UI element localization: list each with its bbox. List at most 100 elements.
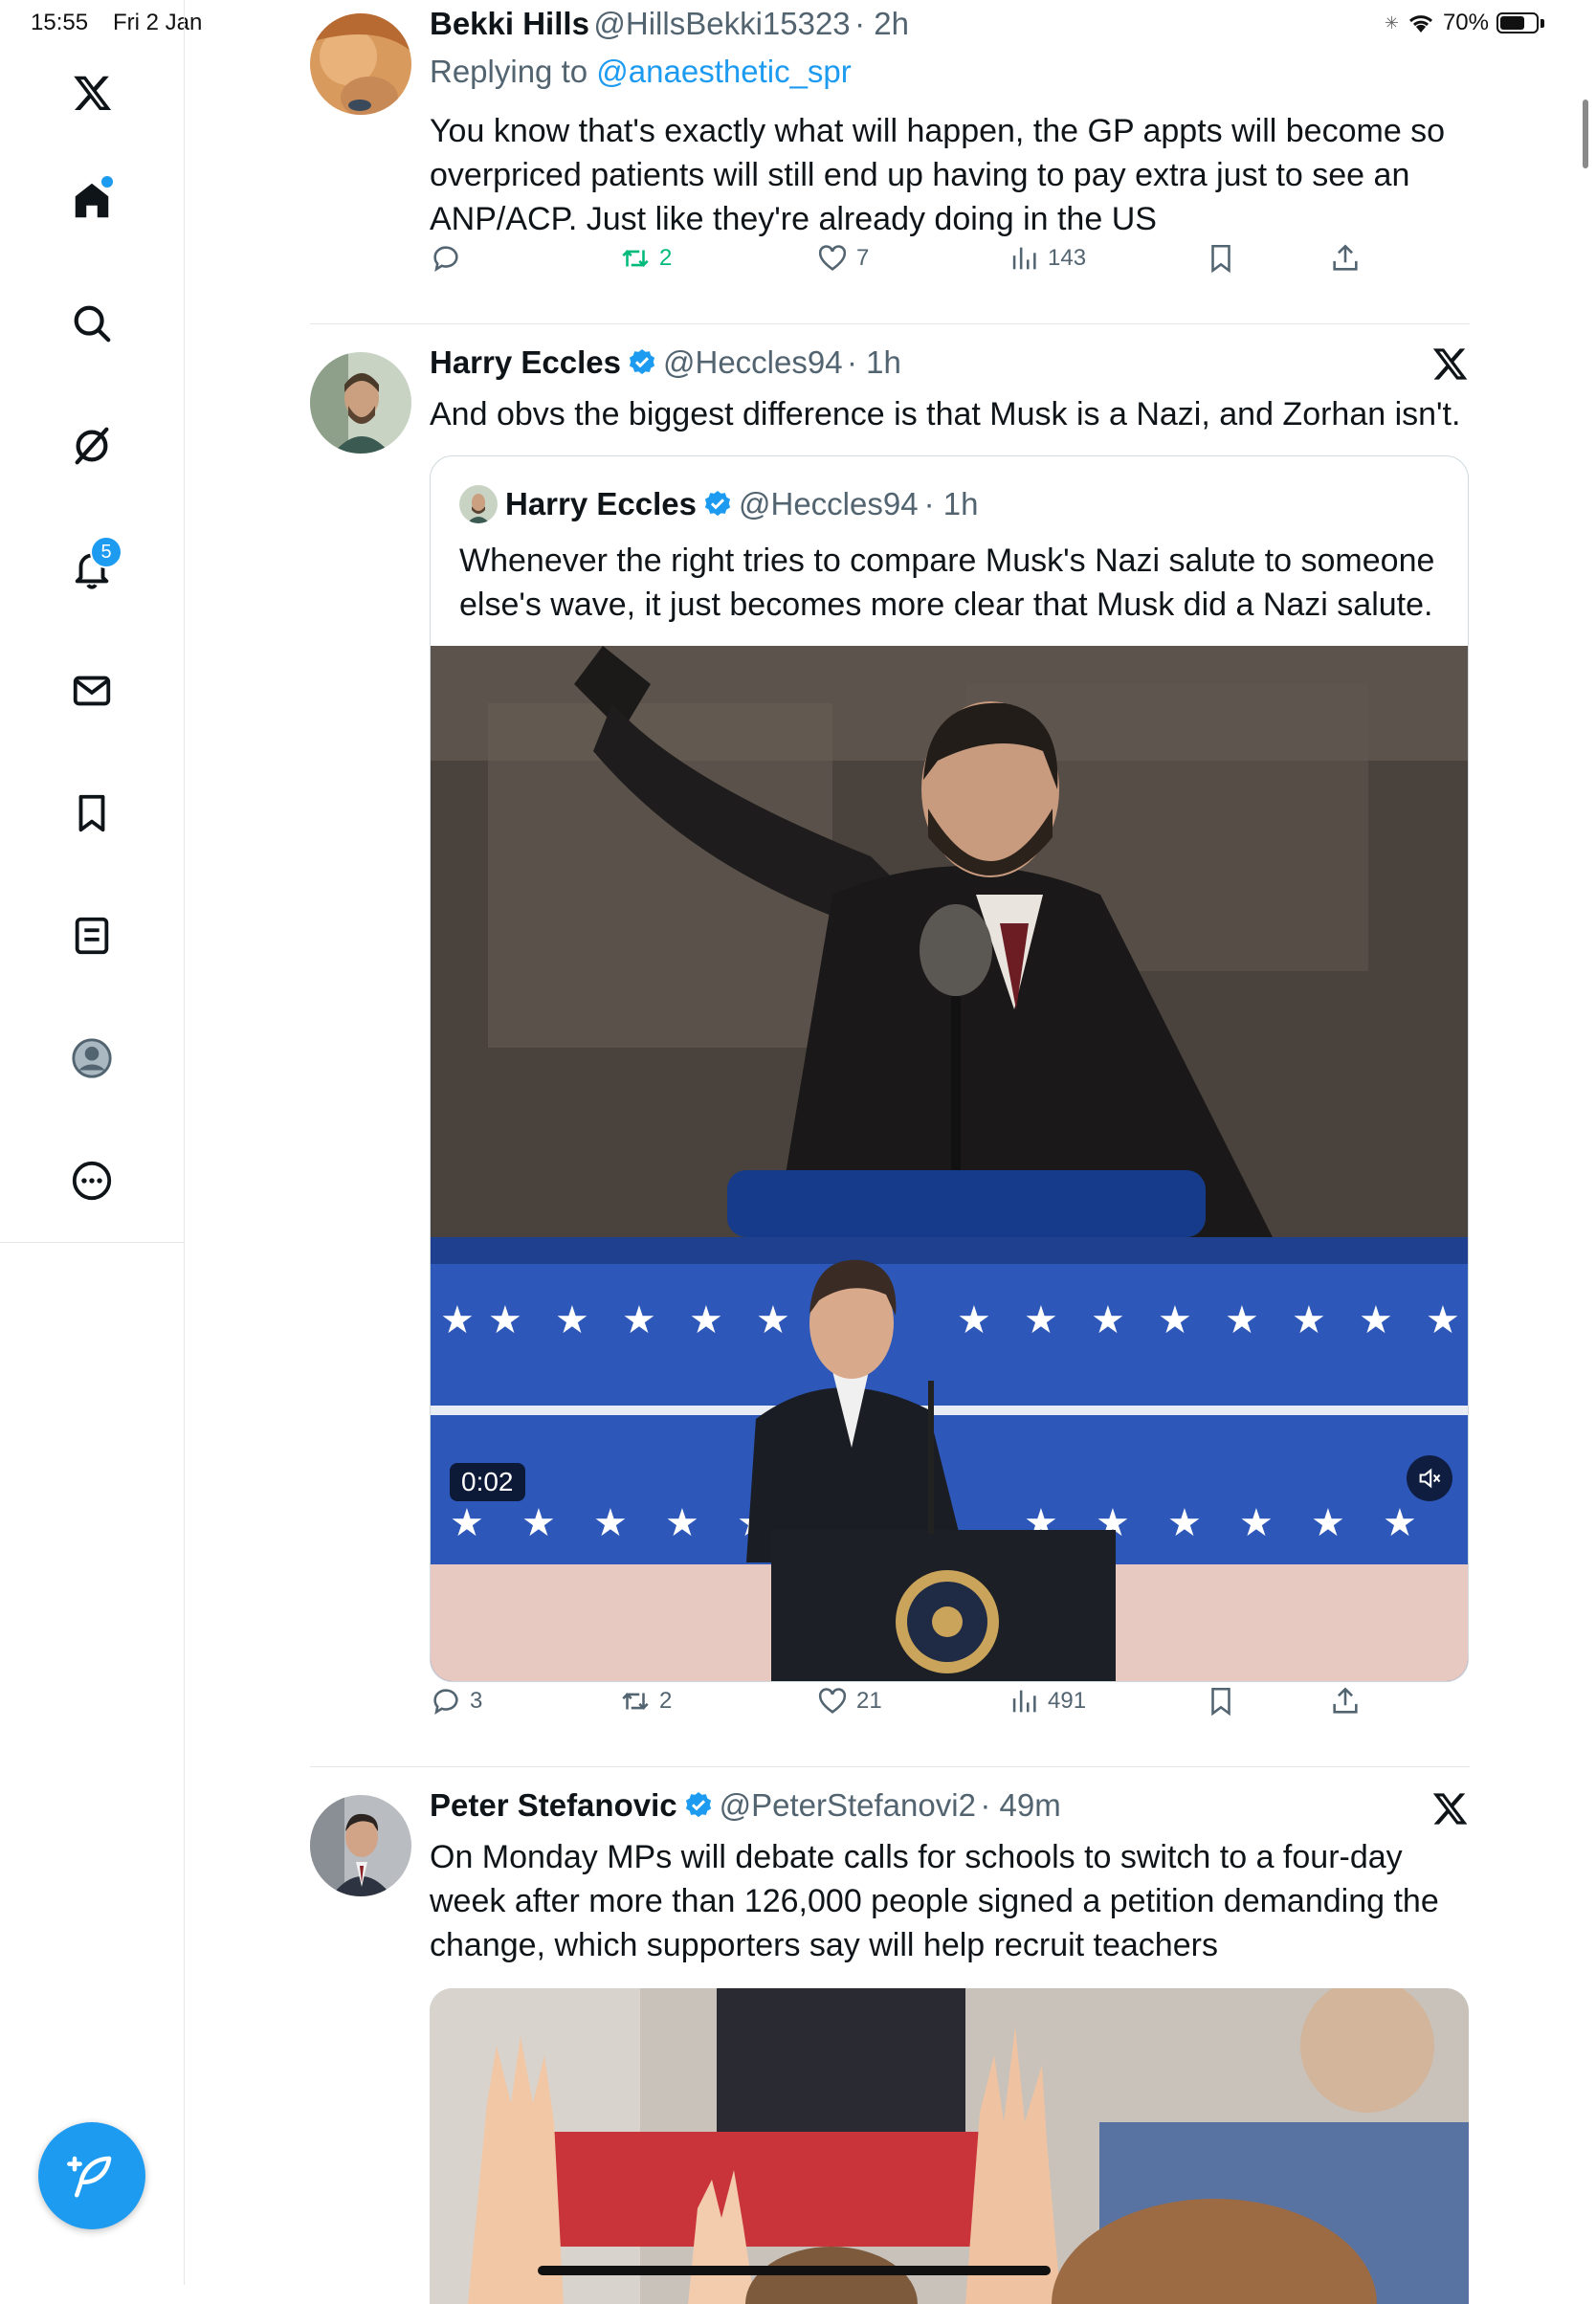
svg-text:★: ★ [1426,1298,1460,1342]
share-button[interactable] [1329,242,1362,275]
nav-notifications[interactable]: 5 [63,536,122,597]
avatar-peter-stefanovic[interactable] [310,1795,411,1896]
verified-badge-icon [704,491,731,517]
nav-grok[interactable] [63,417,121,475]
x-brand-icon [1432,348,1468,380]
nav-more[interactable] [63,1152,121,1209]
speaker-muted-icon [1419,1468,1441,1489]
tweet-time[interactable]: · 2h [854,6,909,41]
battery-level [1500,16,1524,30]
tweet-author-handle[interactable]: @Heccles94 [663,344,843,380]
tweet-text: On Monday MPs will debate calls for scho… [430,1839,1439,1963]
views-icon [1012,247,1036,270]
mute-button[interactable] [1407,1455,1452,1501]
nav-bookmarks[interactable] [63,785,121,842]
quoted-tweet[interactable]: Harry Eccles @Heccles94 · 1h Whenever the… [430,455,1469,1682]
quoted-time: · 1h [923,486,979,521]
quoted-tweet-header: Harry Eccles @Heccles94 · 1h [459,485,978,523]
svg-text:★: ★ [622,1298,656,1342]
share-button[interactable] [1329,1685,1362,1717]
compose-feather-icon [67,2156,112,2198]
svg-text:★: ★ [521,1501,556,1545]
battery-icon [1496,12,1539,33]
bookmark-button[interactable] [1205,1685,1237,1717]
retweet-button[interactable]: 2 [619,1685,672,1717]
bookmark-button[interactable] [1205,242,1237,275]
svg-text:★: ★ [1239,1501,1274,1545]
heart-icon [818,1688,847,1714]
reply-button[interactable]: 3 [430,1685,482,1717]
svg-text:★: ★ [957,1298,991,1342]
svg-text:★: ★ [1091,1298,1125,1342]
verified-badge-icon [629,349,655,375]
tweet-3-header: Peter Stefanovic @PeterStefanovi2 · 49m [430,1787,1061,1824]
svg-text:★: ★ [555,1298,589,1342]
loading-icon: ✳ [1384,12,1399,33]
tweet-1-header: Bekki Hills @HillsBekki15323 · 2h [430,6,909,42]
nav-lists[interactable] [63,907,121,964]
like-button[interactable]: 21 [816,1685,882,1717]
x-logo-icon[interactable] [63,65,121,122]
nav-home[interactable] [63,172,121,230]
like-button[interactable]: 7 [816,242,869,275]
tweet-author-name[interactable]: Bekki Hills [430,6,589,41]
avatar-harry-eccles[interactable] [310,352,411,454]
sidebar-divider [0,1242,184,1243]
tweet-author-handle[interactable]: @HillsBekki15323 [593,6,850,41]
tweet-time[interactable]: · 49m [980,1787,1060,1823]
nav-search[interactable] [63,295,121,352]
bookmark-icon [1211,1687,1230,1717]
view-count: 143 [1048,245,1087,271]
grok-icon [75,427,109,465]
retweet-icon [622,250,649,267]
nav-profile[interactable] [63,1030,121,1087]
like-count: 7 [856,245,870,271]
quoted-tweet-text: Whenever the right tries to compare Musk… [459,543,1435,623]
home-indicator[interactable] [538,2266,1051,2275]
views-icon [1012,1690,1036,1713]
share-icon [1333,1687,1358,1714]
tweet-time[interactable]: · 1h [847,344,901,380]
svg-text:★: ★ [593,1501,628,1545]
quoted-author-avatar [459,485,498,523]
video-duration: 0:02 [450,1463,525,1501]
tweet-3-image[interactable] [430,1988,1469,2304]
bookmark-icon [78,794,105,832]
scrollbar[interactable] [1583,100,1588,168]
retweet-button[interactable]: 2 [619,242,672,275]
views-button[interactable]: 143 [1008,242,1086,275]
view-count: 491 [1048,1688,1087,1714]
svg-text:★: ★ [1292,1298,1326,1342]
nav-messages[interactable] [63,662,121,720]
video-frame-bottom[interactable]: ★★★★★★ ★★★★★★★★ ★★★★★ ★★★★★★ [431,1237,1468,1681]
home-unread-dot [101,176,113,188]
tweet-author-name[interactable]: Peter Stefanovic [430,1787,677,1823]
notifications-badge: 5 [90,536,122,568]
tweet-divider [310,1766,1470,1767]
avatar-bekki-hills[interactable] [310,13,411,115]
tweet-author-handle[interactable]: @PeterStefanovi2 [720,1787,976,1823]
svg-text:★: ★ [1225,1298,1259,1342]
reply-button[interactable] [430,242,470,275]
compose-button[interactable] [38,2122,145,2229]
svg-text:★: ★ [1359,1298,1393,1342]
svg-text:★: ★ [1311,1501,1345,1545]
replying-to-label: Replying to [430,54,588,89]
svg-text:★: ★ [488,1298,522,1342]
tweet-text: You know that's exactly what will happen… [430,113,1446,237]
tweet-author-name[interactable]: Harry Eccles [430,344,621,380]
views-button[interactable]: 491 [1008,1685,1086,1717]
retweet-count: 2 [659,245,673,271]
svg-text:★: ★ [756,1298,790,1342]
heart-icon [818,245,847,271]
video-frame-top[interactable] [431,646,1468,1237]
reply-icon [433,1689,458,1715]
quoted-author-name: Harry Eccles [505,486,697,521]
retweet-count: 2 [659,1688,673,1714]
replying-to-link[interactable]: @anaesthetic_spr [596,54,851,89]
svg-text:★: ★ [689,1298,723,1342]
replying-to: Replying to @anaesthetic_spr [430,54,852,90]
like-count: 21 [856,1688,882,1714]
battery-percent: 70% [1442,10,1489,35]
reply-count: 3 [470,1688,483,1714]
